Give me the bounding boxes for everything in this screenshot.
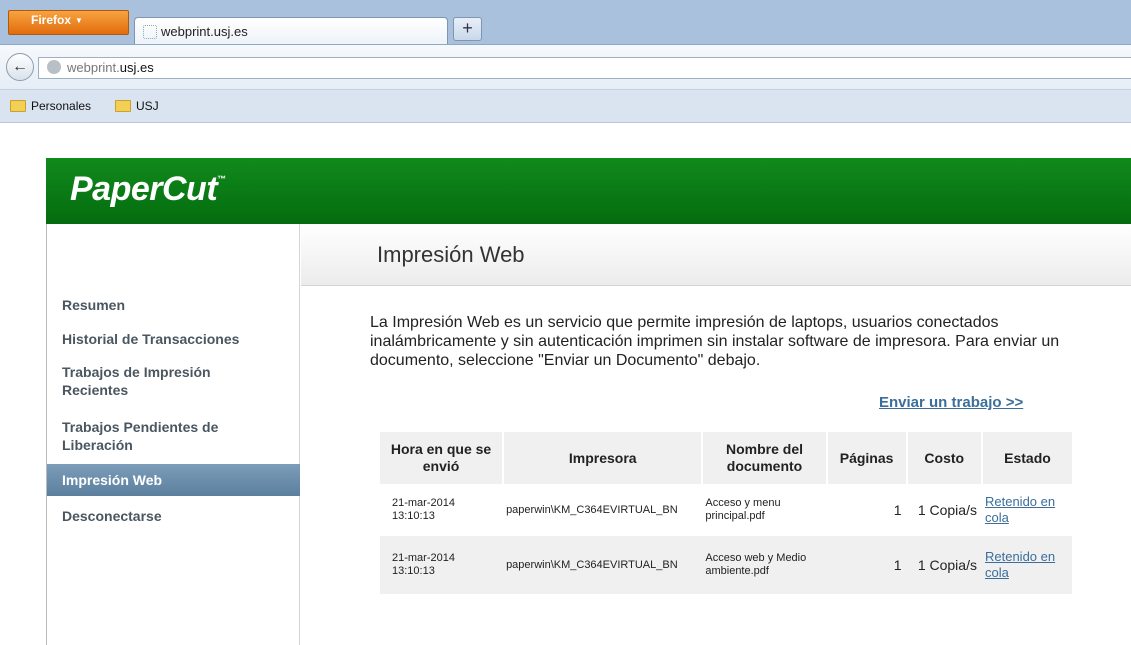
bookmark-label: USJ <box>136 99 159 113</box>
browser-tab[interactable]: webprint.usj.es <box>134 17 448 44</box>
status-link[interactable]: Retenido en cola <box>985 549 1055 580</box>
logo-text: PaperCut <box>70 170 218 208</box>
table-row: 21-mar-2014 13:10:13 paperwin\KM_C364EVI… <box>380 536 1072 594</box>
back-button[interactable]: ← <box>6 53 34 81</box>
sidebar-item-impresion-web[interactable]: Impresión Web <box>47 464 300 496</box>
papercut-logo: PaperCut™ <box>70 170 226 209</box>
send-job-link[interactable]: Enviar un trabajo >> <box>879 394 1023 411</box>
column-header-status: Estado <box>980 432 1072 484</box>
sidebar-item-historial[interactable]: Historial de Transacciones <box>47 330 300 348</box>
sidebar-item-desconectarse[interactable]: Desconectarse <box>47 507 300 525</box>
url-host: usj.es <box>119 60 154 75</box>
table-row: 21-mar-2014 13:10:13 paperwin\KM_C364EVI… <box>380 484 1072 536</box>
tab-title: webprint.usj.es <box>161 24 248 39</box>
status-link[interactable]: Retenido en cola <box>985 494 1055 525</box>
column-header-cost: Costo <box>905 432 981 484</box>
url-prefix: webprint. <box>67 60 120 75</box>
logo-trademark: ™ <box>217 174 226 184</box>
cell-document: Acceso web y Medio ambiente.pdf <box>701 536 826 594</box>
cell-document: Acceso y menu principal.pdf <box>701 484 826 536</box>
papercut-header: PaperCut™ <box>46 158 1131 224</box>
chevron-down-icon: ▼ <box>75 16 83 25</box>
cell-time: 21-mar-2014 13:10:13 <box>380 484 503 536</box>
column-header-document: Nombre del documento <box>701 432 826 484</box>
browser-titlebar: Firefox ▼ webprint.usj.es + <box>0 0 1131 44</box>
cell-status: Retenido en cola <box>980 536 1072 594</box>
firefox-menu-label: Firefox <box>31 13 72 27</box>
intro-text: La Impresión Web es un servicio que perm… <box>370 314 1060 369</box>
sidebar-item-recientes[interactable]: Trabajos de Impresión Recientes <box>47 363 267 399</box>
column-header-pages: Páginas <box>825 432 906 484</box>
page-title: Impresión Web <box>377 242 525 267</box>
jobs-table: Hora en que se envió Impresora Nombre de… <box>380 432 1072 594</box>
table-header-row: Hora en que se envió Impresora Nombre de… <box>380 432 1072 484</box>
cell-pages: 1 <box>825 536 906 594</box>
cell-status: Retenido en cola <box>980 484 1072 536</box>
url-bar[interactable]: webprint.usj.es <box>38 57 1131 79</box>
bookmarks-bar: Personales USJ <box>0 89 1131 123</box>
cell-pages: 1 <box>825 484 906 536</box>
folder-icon <box>115 100 131 112</box>
firefox-menu-button[interactable]: Firefox ▼ <box>8 10 129 35</box>
folder-icon <box>10 100 26 112</box>
new-tab-button[interactable]: + <box>453 17 482 41</box>
column-header-time: Hora en que se envió <box>380 432 503 484</box>
cell-printer: paperwin\KM_C364EVIRTUAL_BN <box>502 484 702 536</box>
cell-time: 21-mar-2014 13:10:13 <box>380 536 503 594</box>
cell-printer: paperwin\KM_C364EVIRTUAL_BN <box>502 536 702 594</box>
bookmark-folder-usj[interactable]: USJ <box>115 99 159 113</box>
bookmark-folder-personales[interactable]: Personales <box>10 99 91 113</box>
cell-cost: 1 Copia/s <box>905 536 981 594</box>
sidebar-item-pendientes[interactable]: Trabajos Pendientes de Liberación <box>47 418 267 454</box>
bookmark-label: Personales <box>31 99 92 113</box>
globe-icon <box>47 60 61 74</box>
sidebar: Resumen Historial de Transacciones Traba… <box>46 224 300 645</box>
column-header-printer: Impresora <box>502 432 702 484</box>
page-favicon-icon <box>143 25 157 39</box>
browser-navbar: ← webprint.usj.es <box>0 44 1131 89</box>
cell-cost: 1 Copia/s <box>905 484 981 536</box>
sidebar-item-resumen[interactable]: Resumen <box>47 296 300 314</box>
main-header: Impresión Web <box>301 224 1131 286</box>
